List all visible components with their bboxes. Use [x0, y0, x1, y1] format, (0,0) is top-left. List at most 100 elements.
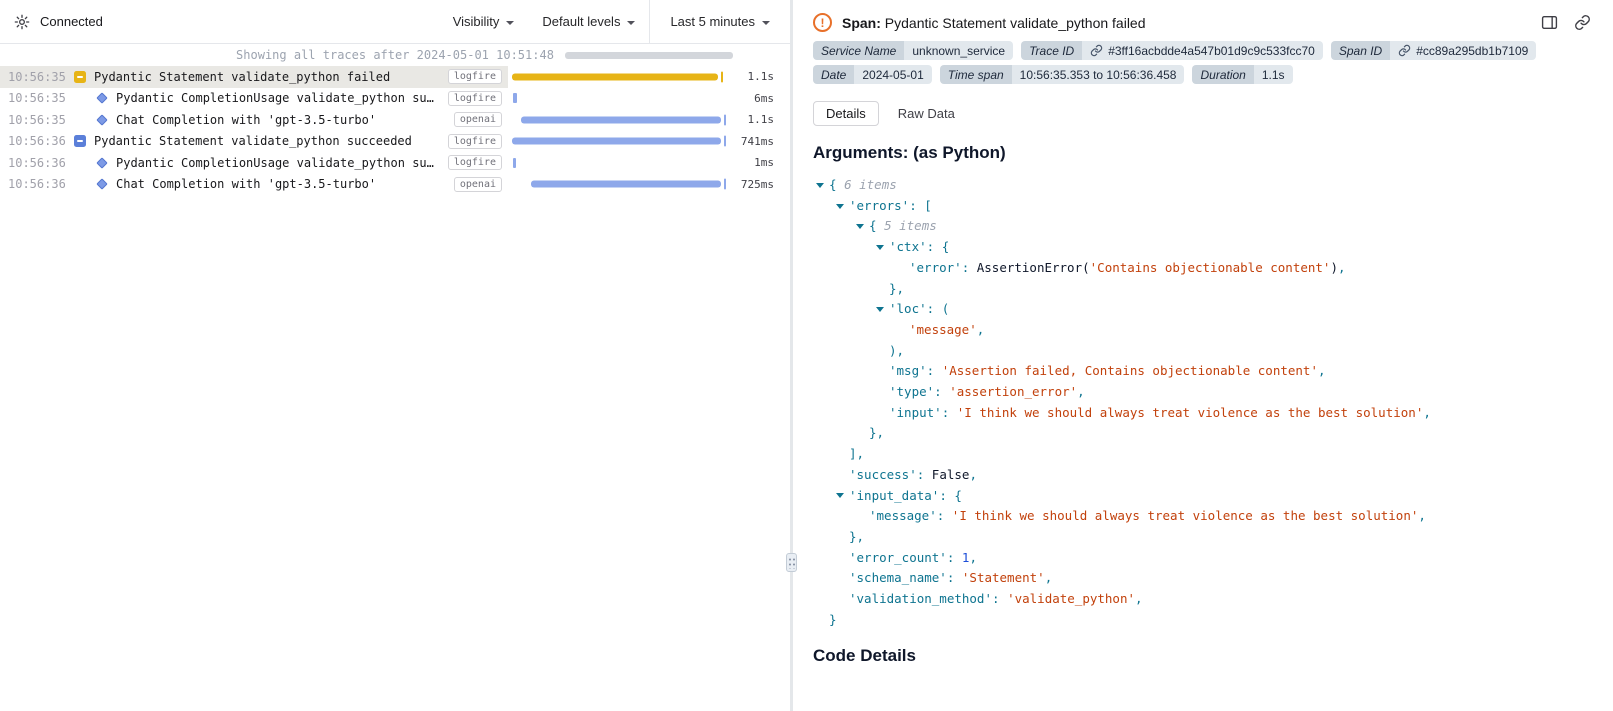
collapse-chevron-icon[interactable]	[856, 224, 864, 229]
trace-row[interactable]: 10:56:35 Pydantic Statement validate_pyt…	[0, 66, 790, 88]
detail-tabs: DetailsRaw Data	[793, 89, 1613, 126]
trace-duration: 741ms	[730, 135, 790, 148]
meta-badge-value-text: unknown_service	[912, 44, 1005, 58]
meta-badge: Time span 10:56:35.353 to 10:56:36.458	[940, 65, 1185, 84]
code-token: 'success'	[849, 465, 917, 486]
visibility-dropdown[interactable]: Visibility	[439, 0, 529, 43]
trace-row[interactable]: 10:56:35 Chat Completion with 'gpt-3.5-t…	[0, 109, 790, 131]
trace-tag-badge: logfire	[448, 69, 502, 84]
default-levels-label: Default levels	[542, 14, 620, 29]
code-token: 'assertion_error'	[949, 382, 1077, 403]
open-panel-icon[interactable]	[1541, 14, 1558, 31]
code-token: 'Statement'	[962, 568, 1045, 589]
code-line: 'errors': [	[813, 196, 1593, 217]
copy-link-icon[interactable]	[1574, 14, 1591, 31]
code-indent	[813, 245, 889, 250]
code-token: 5 items	[884, 216, 937, 237]
code-token: 1	[962, 548, 970, 569]
diamond-icon[interactable]	[96, 179, 107, 190]
duration-bar	[512, 138, 721, 145]
code-token: :	[939, 486, 954, 507]
meta-badge: Date 2024-05-01	[813, 65, 932, 84]
collapse-chevron-icon[interactable]	[836, 493, 844, 498]
span-kind-label: Span:	[842, 15, 881, 31]
warning-icon[interactable]	[74, 71, 86, 83]
settings-icon[interactable]	[14, 14, 30, 30]
duration-bar-end-tick	[724, 179, 726, 190]
meta-badge-value-text: 2024-05-01	[862, 68, 923, 82]
trace-label: Chat Completion with 'gpt-3.5-turbo'	[116, 177, 376, 191]
code-line: 'msg': 'Assertion failed, Contains objec…	[813, 361, 1593, 382]
trace-row[interactable]: 10:56:36 Pydantic CompletionUsage valida…	[0, 152, 790, 174]
diamond-icon[interactable]	[96, 157, 107, 168]
code-line: 'ctx': {	[813, 237, 1593, 258]
collapse-chevron-icon[interactable]	[836, 204, 844, 209]
code-token: 'type'	[889, 382, 934, 403]
code-token: ,	[1338, 258, 1346, 279]
trace-row-left: 10:56:35 Pydantic Statement validate_pyt…	[0, 66, 508, 88]
code-line: 'schema_name': 'Statement',	[813, 568, 1593, 589]
trace-list: 10:56:35 Pydantic Statement validate_pyt…	[0, 66, 790, 711]
trace-time: 10:56:35	[8, 113, 66, 127]
trace-duration: 1.1s	[730, 113, 790, 126]
collapse-chevron-icon[interactable]	[876, 307, 884, 312]
code-token: :	[917, 465, 932, 486]
trace-label: Pydantic Statement validate_python succe…	[94, 134, 412, 148]
code-token: ,	[1045, 568, 1053, 589]
collapse-chevron-icon[interactable]	[876, 245, 884, 250]
trace-time: 10:56:36	[8, 134, 66, 148]
info-icon[interactable]	[74, 135, 86, 147]
meta-badge-value: #3ff16acbdde4a547b01d9c9c533fcc70	[1082, 41, 1323, 60]
panel-resize-handle[interactable]	[786, 553, 797, 572]
meta-badge-value-text: #cc89a295db1b7109	[1416, 44, 1528, 58]
trace-duration: 1.1s	[730, 70, 790, 83]
code-line: 'message',	[813, 320, 1593, 341]
arguments-heading: Arguments: (as Python)	[813, 143, 1593, 163]
code-token: :	[909, 196, 924, 217]
time-range-dropdown[interactable]: Last 5 minutes	[649, 0, 790, 43]
code-indent	[813, 204, 849, 209]
code-token: 'error'	[909, 258, 962, 279]
tab-details[interactable]: Details	[813, 101, 879, 126]
trace-tag-badge: logfire	[448, 134, 502, 149]
trace-row[interactable]: 10:56:35 Pydantic CompletionUsage valida…	[0, 88, 790, 110]
code-token: },	[869, 423, 884, 444]
trace-time: 10:56:36	[8, 156, 66, 170]
trace-row-left: 10:56:35 Pydantic CompletionUsage valida…	[0, 88, 508, 110]
code-line: { 5 items	[813, 216, 1593, 237]
code-token: 'I think we should always treat violence…	[952, 506, 1419, 527]
code-token: ,	[969, 548, 977, 569]
span-title: Span: Pydantic Statement validate_python…	[842, 15, 1146, 31]
code-token: 'validate_python'	[1007, 589, 1135, 610]
code-token: AssertionError(	[977, 258, 1090, 279]
meta-badge-label: Span ID	[1331, 41, 1390, 60]
visibility-label: Visibility	[453, 14, 500, 29]
default-levels-dropdown[interactable]: Default levels	[528, 0, 649, 43]
trace-row[interactable]: 10:56:36 Chat Completion with 'gpt-3.5-t…	[0, 174, 790, 196]
code-token: ,	[1077, 382, 1085, 403]
traces-toolbar: Connected Visibility Default levels Last…	[0, 0, 790, 44]
tab-raw-data[interactable]: Raw Data	[885, 101, 968, 126]
code-token: {	[869, 216, 884, 237]
meta-badge-label: Trace ID	[1021, 41, 1082, 60]
code-token: 'schema_name'	[849, 568, 947, 589]
code-token: 'Contains objectionable content'	[1090, 258, 1331, 279]
meta-badge-label: Time span	[940, 65, 1012, 84]
code-token: [	[924, 196, 932, 217]
trace-timeline	[512, 109, 727, 131]
code-token: },	[849, 527, 864, 548]
diamond-icon[interactable]	[96, 114, 107, 125]
diamond-icon[interactable]	[96, 93, 107, 104]
trace-row[interactable]: 10:56:36 Pydantic Statement validate_pyt…	[0, 131, 790, 153]
code-token: 'message'	[869, 506, 937, 527]
code-token: ,	[977, 320, 985, 341]
code-line: 'message': 'I think we should always tre…	[813, 506, 1593, 527]
code-token: :	[927, 237, 942, 258]
code-line: 'error_count': 1,	[813, 548, 1593, 569]
chevron-down-icon	[627, 21, 635, 25]
app: Connected Visibility Default levels Last…	[0, 0, 1613, 711]
code-token: 'errors'	[849, 196, 909, 217]
code-indent	[813, 493, 849, 498]
duration-bar	[512, 73, 718, 80]
collapse-chevron-icon[interactable]	[816, 183, 824, 188]
